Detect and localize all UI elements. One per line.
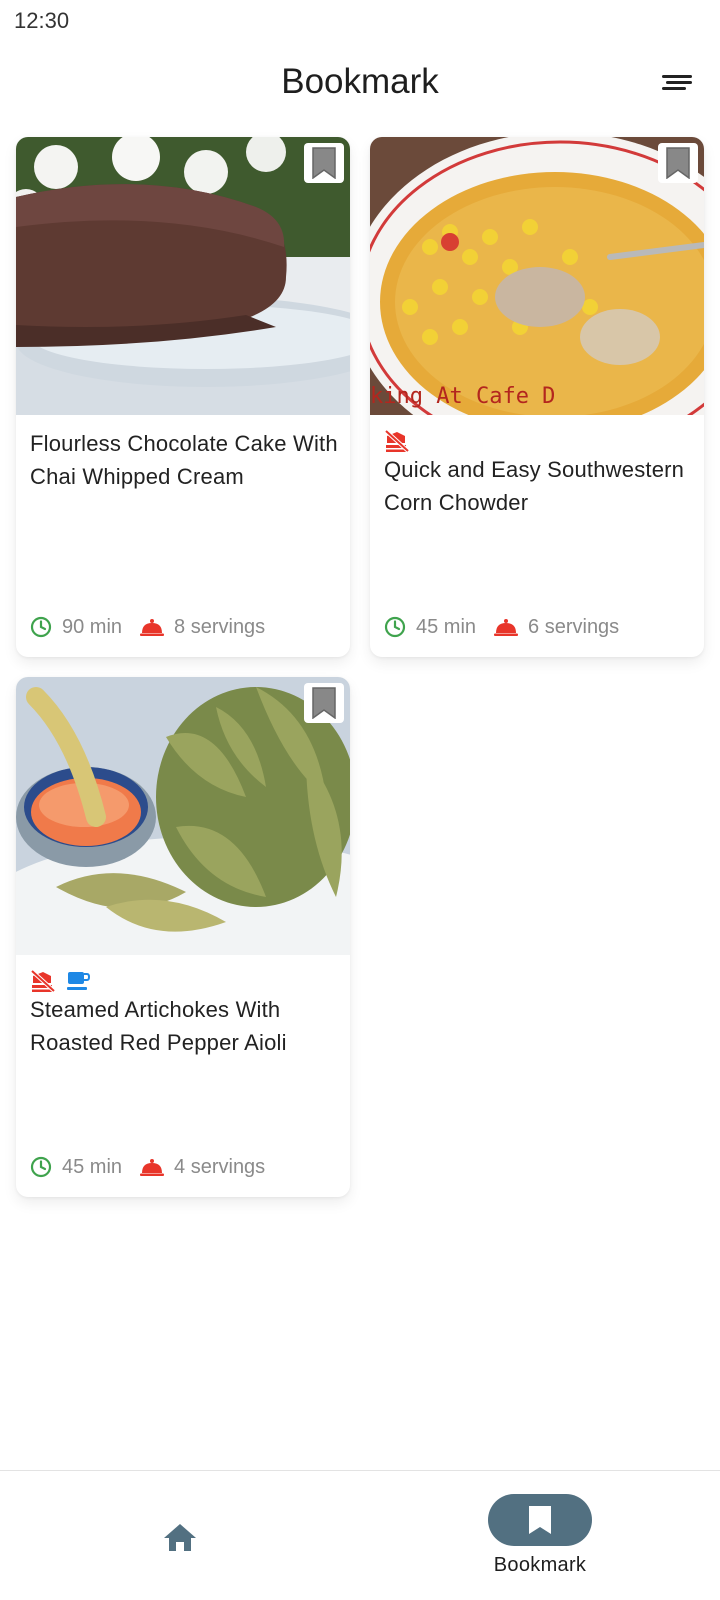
servings: 6 servings [494, 616, 619, 639]
cook-time-text: 45 min [62, 1155, 123, 1178]
servings-text: 4 servings [174, 1155, 266, 1178]
servings: 8 servings [140, 616, 265, 639]
bottom-navigation: Bookmark [0, 1470, 720, 1600]
no-dairy-icon [30, 969, 56, 993]
clock-icon [30, 616, 52, 638]
recipe-meta: 45 min 6 servings [384, 613, 637, 641]
serving-cloche-icon [140, 619, 165, 636]
recipe-meta: 45 min 4 servings [30, 1153, 283, 1181]
recipe-meta: 90 min 8 servings [30, 613, 283, 641]
diet-icons [30, 969, 90, 995]
recipe-title: Steamed Artichokes With Roasted Red Pepp… [30, 997, 287, 1055]
recipe-card[interactable]: king At Cafe D Quick and Easy Southweste… [370, 137, 704, 657]
recipe-grid: Flourless Chocolate Cake With Chai Whipp… [0, 0, 720, 1460]
servings-text: 6 servings [528, 615, 620, 638]
recipe-image-corn-chowder: king At Cafe D [370, 137, 704, 415]
no-dairy-icon [384, 429, 410, 453]
diet-icons [384, 429, 410, 455]
image-watermark: king At Cafe D [370, 384, 555, 409]
bookmark-toggle-button[interactable] [304, 143, 344, 183]
bookmark-icon [529, 1506, 551, 1534]
recipe-image-chocolate-cake [16, 137, 350, 415]
recipe-title: Flourless Chocolate Cake With Chai Whipp… [30, 431, 338, 489]
bookmark-toggle-button[interactable] [658, 143, 698, 183]
serving-cloche-icon [140, 1159, 165, 1176]
clock-icon [30, 1156, 52, 1178]
cook-time: 45 min [384, 616, 476, 639]
beverage-cup-icon [67, 972, 90, 990]
home-icon [164, 1524, 196, 1551]
recipe-card[interactable]: Flourless Chocolate Cake With Chai Whipp… [16, 137, 350, 657]
cook-time: 45 min [30, 1156, 122, 1179]
recipe-image-artichokes [16, 677, 350, 955]
recipe-card[interactable]: Steamed Artichokes With Roasted Red Pepp… [16, 677, 350, 1197]
nav-item-bookmark[interactable]: Bookmark [460, 1471, 620, 1600]
bookmark-icon [312, 687, 336, 719]
bookmark-icon [312, 147, 336, 179]
servings-text: 8 servings [174, 615, 266, 638]
serving-cloche-icon [494, 619, 519, 636]
cook-time-text: 45 min [416, 615, 477, 638]
bookmark-icon [666, 147, 690, 179]
cook-time-text: 90 min [62, 615, 123, 638]
bookmark-toggle-button[interactable] [304, 683, 344, 723]
recipe-title: Quick and Easy Southwestern Corn Chowder [384, 457, 685, 515]
cook-time: 90 min [30, 616, 122, 639]
clock-icon [384, 616, 406, 638]
nav-active-indicator [488, 1494, 592, 1546]
nav-item-home[interactable] [120, 1471, 240, 1600]
nav-item-label: Bookmark [493, 1554, 587, 1576]
servings: 4 servings [140, 1156, 265, 1179]
